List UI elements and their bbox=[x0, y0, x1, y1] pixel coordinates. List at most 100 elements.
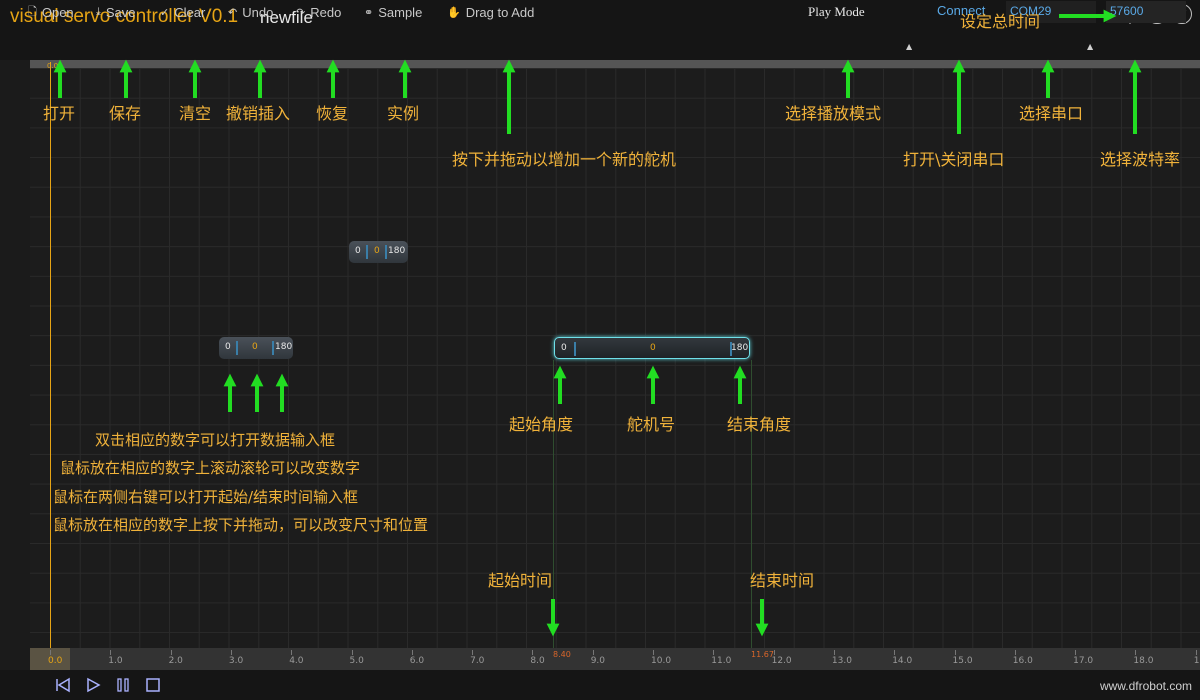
top-time-ruler[interactable] bbox=[30, 60, 1200, 68]
sample-label: Sample bbox=[378, 4, 423, 20]
end-angle-value[interactable]: 180 bbox=[731, 343, 748, 353]
sample-button[interactable]: ⚭ Sample bbox=[364, 2, 422, 22]
tip-scroll-wheel: 鼠标放在相应的数字上滚动滚轮可以改变数字 bbox=[60, 459, 361, 477]
start-time-guide-line bbox=[553, 360, 554, 650]
servo-block[interactable]: 0 0 180 bbox=[349, 241, 408, 263]
footer-website: www.dfrobot.com bbox=[1099, 679, 1192, 693]
ruler-tick-label: 16.0 bbox=[1012, 656, 1033, 666]
ruler-tick-label: 11.0 bbox=[711, 656, 732, 666]
end-angle-value[interactable]: 180 bbox=[388, 246, 405, 256]
ruler-tick bbox=[1014, 650, 1016, 655]
annotation-end-angle: 结束角度 bbox=[727, 415, 792, 434]
end-time-guide-line bbox=[751, 360, 752, 650]
ruler-tick bbox=[50, 650, 51, 655]
ruler-tick-label: 8.0 bbox=[530, 656, 545, 666]
start-edge-handle[interactable] bbox=[574, 342, 576, 356]
ruler-tick bbox=[170, 650, 172, 655]
clear-button[interactable]: ✓ Clear bbox=[160, 2, 205, 22]
ruler-tick-label: 10.0 bbox=[651, 656, 672, 666]
start-angle-value[interactable]: 0 bbox=[355, 246, 361, 256]
start-angle-value[interactable]: 0 bbox=[561, 343, 567, 353]
start-edge-handle[interactable] bbox=[236, 341, 238, 355]
servo-id-value[interactable]: 0 bbox=[252, 342, 258, 352]
redo-button[interactable]: ↷ Redo bbox=[296, 2, 341, 22]
annotation-open: 打开 bbox=[43, 104, 76, 123]
ruler-tick bbox=[472, 650, 474, 655]
ruler-tick-label: 14.0 bbox=[892, 656, 913, 666]
annotation-connect: 打开\关闭串口 bbox=[903, 150, 1005, 169]
ruler-tick-label: 9.0 bbox=[590, 656, 606, 666]
annotation-sample: 实例 bbox=[387, 104, 420, 123]
ruler-tick-label: 0.0 bbox=[48, 656, 63, 666]
ruler-tick-label: 5.0 bbox=[349, 656, 364, 666]
ruler-tick bbox=[592, 650, 594, 655]
play-icon[interactable] bbox=[84, 676, 102, 694]
ruler-tick bbox=[833, 650, 835, 655]
start-edge-handle[interactable] bbox=[366, 245, 368, 259]
annotation-undo: 撤销插入 bbox=[226, 104, 291, 123]
file-icon: 🗋 bbox=[28, 4, 37, 18]
ruler-tick-label: 1.0 bbox=[108, 656, 123, 666]
hand-icon: ✋ bbox=[447, 5, 461, 19]
toolbar bbox=[0, 36, 1200, 60]
undo-icon: ↶ bbox=[228, 5, 238, 19]
ruler-tick bbox=[653, 650, 654, 655]
redo-label: Redo bbox=[310, 4, 342, 20]
ruler-tick-label: 17.0 bbox=[1073, 656, 1094, 666]
annotation-servo-id: 舵机号 bbox=[627, 415, 676, 434]
pause-icon[interactable] bbox=[114, 676, 132, 694]
ruler-tick bbox=[291, 650, 293, 655]
tip-double-click: 双击相应的数字可以打开数据输入框 bbox=[95, 431, 336, 449]
ruler-tick-label: 6.0 bbox=[409, 656, 425, 666]
baud-rate-value: 57600 bbox=[1110, 4, 1144, 18]
annotation-end-time: 结束时间 bbox=[750, 571, 815, 590]
drag-to-add-button[interactable]: ✋ Drag to Add bbox=[447, 2, 534, 22]
stop-icon[interactable] bbox=[144, 676, 162, 694]
ruler-tick bbox=[894, 650, 896, 655]
annotation-clear: 清空 bbox=[179, 104, 212, 123]
start-angle-value[interactable]: 0 bbox=[225, 342, 231, 352]
ruler-tick-label: 15.0 bbox=[952, 656, 973, 666]
annotation-drag-add: 按下并拖动以增加一个新的舵机 bbox=[452, 150, 677, 169]
baud-rate-input[interactable]: 57600 bbox=[1106, 1, 1186, 23]
ruler-tick-label: 19 bbox=[1193, 656, 1200, 666]
annotation-start-time: 起始时间 bbox=[488, 571, 553, 590]
annotation-baud-rate: 选择波特率 bbox=[1100, 150, 1181, 169]
undo-label: Undo bbox=[242, 4, 274, 20]
tip-drag-resize: 鼠标放在相应的数字上按下并拖动，可以改变尺寸和位置 bbox=[53, 516, 429, 534]
clear-label: Clear bbox=[174, 4, 206, 20]
ruler-tick-label: 13.0 bbox=[831, 656, 852, 666]
play-mode-dropdown-icon[interactable]: ▲ bbox=[906, 42, 912, 51]
ruler-tick-label: 2.0 bbox=[168, 656, 183, 666]
servo-id-value[interactable]: 0 bbox=[374, 246, 380, 256]
end-angle-value[interactable]: 180 bbox=[275, 342, 292, 352]
tip-right-click: 鼠标在两侧右键可以打开起始/结束时间输入框 bbox=[53, 488, 359, 506]
ruler-tick bbox=[954, 650, 956, 655]
ruler-tick bbox=[411, 650, 413, 655]
save-label: Save bbox=[105, 4, 136, 20]
play-mode-label: Play Mode bbox=[808, 4, 865, 19]
com-port-dropdown-icon[interactable]: ▲ bbox=[1087, 42, 1093, 51]
annotation-save: 保存 bbox=[109, 104, 142, 123]
ruler-tick-label: 12.0 bbox=[771, 656, 792, 666]
ruler-tick bbox=[1075, 650, 1077, 655]
ruler-tick-label: 3.0 bbox=[228, 656, 244, 666]
ruler-tick bbox=[351, 650, 353, 655]
end-edge-handle[interactable] bbox=[385, 245, 387, 259]
end-edge-handle[interactable] bbox=[272, 341, 274, 355]
end-time-marker: 11.67 bbox=[751, 650, 774, 659]
servo-block[interactable]: 0 0 180 bbox=[219, 337, 293, 359]
servo-id-value[interactable]: 0 bbox=[650, 343, 656, 353]
start-time-marker: 8.40 bbox=[553, 650, 571, 659]
selected-servo-block[interactable]: 0 0 180 bbox=[554, 337, 750, 359]
drag-to-add-label: Drag to Add bbox=[465, 4, 535, 20]
open-button[interactable]: 🗋 Open bbox=[28, 2, 74, 22]
play-mode-select[interactable]: Play Mode bbox=[808, 2, 865, 22]
transport-bar bbox=[0, 670, 1200, 700]
previous-icon[interactable] bbox=[54, 676, 72, 694]
save-button[interactable]: ⤓ Save bbox=[96, 2, 136, 22]
annotation-redo: 恢复 bbox=[316, 104, 349, 123]
playhead-line[interactable] bbox=[50, 62, 51, 650]
undo-button[interactable]: ↶ Undo bbox=[228, 2, 273, 22]
open-label: Open bbox=[41, 4, 74, 20]
